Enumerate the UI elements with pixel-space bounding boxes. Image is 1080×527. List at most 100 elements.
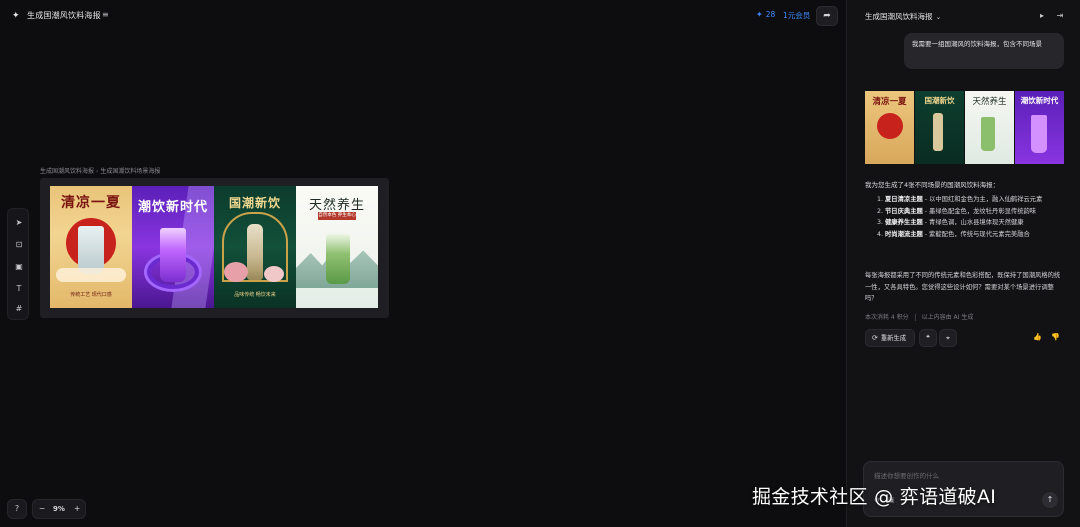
thumbnail-title: 国潮新饮 (924, 96, 955, 105)
regenerate-label: 重新生成 (880, 335, 907, 342)
credit-icon: ✦ (756, 10, 763, 19)
zoom-out-button[interactable]: − (39, 504, 45, 513)
credits-counter[interactable]: ✦ 28 (756, 10, 775, 19)
help-button[interactable]: ? (7, 499, 27, 519)
thumbnail-art-shape (1031, 115, 1047, 153)
assistant-reply-summary: 每张海报都采用了不同的传统元素和色彩搭配，既保持了国潮风格的统一性，又各具特色。… (865, 272, 1061, 302)
credits-value: 28 (765, 10, 776, 19)
share-button[interactable]: ➦ (816, 6, 838, 26)
thumbs-down-icon[interactable]: 👎 (1051, 333, 1060, 341)
refresh-icon: ⟳ (872, 334, 878, 342)
list-item-heading: 节日庆典主题 (885, 207, 923, 215)
breadcrumb: 生成国潮风饮料海报 › 生成国潮饮料场景海报 (40, 166, 160, 175)
chat-input[interactable] (874, 470, 1054, 482)
text-tool-icon[interactable]: T (13, 283, 25, 295)
chat-title[interactable]: 生成国潮风饮料海报 ⌄ (865, 11, 941, 22)
breadcrumb-separator: › (96, 168, 99, 175)
generated-thumbnails: 清凉一夏 国潮新饮 天然养生 潮饮新时代 (865, 91, 1064, 164)
poster-subtitle: 传统工艺 现代口感 (70, 292, 112, 298)
quote-icon: ❝ (926, 334, 930, 342)
send-button[interactable]: ↑ (1042, 492, 1058, 508)
canvas-area[interactable]: ✦ 生成国潮风饮料海报 ≡ ✦ 28 1元会员 ➦ 生成国潮风饮料海报 › 生成国潮… (0, 0, 846, 527)
regenerate-button[interactable]: ⟳ 重新生成 (865, 329, 915, 347)
quote-button[interactable]: ❝ (919, 329, 937, 347)
drink-cup-shape (78, 226, 104, 274)
list-item-heading: 夏日清凉主题 (885, 196, 923, 203)
thumbnail-title: 天然养生 (972, 97, 1007, 107)
thumbnail-art-shape (933, 113, 943, 151)
thumbnail-art-shape (981, 117, 995, 151)
ai-disclaimer-text: 以上内容由 AI 生成 (921, 314, 974, 321)
thumbnail-natural-health[interactable]: 天然养生 (965, 91, 1014, 164)
breadcrumb-item-project[interactable]: 生成国潮风饮料海报 (40, 168, 94, 175)
drink-bottle-shape (247, 224, 263, 280)
image-edit-tool-icon[interactable]: ▣ (13, 261, 25, 273)
top-bar: ✦ 生成国潮风饮料海报 ≡ ✦ 28 1元会员 ➦ (0, 0, 846, 32)
collapse-panel-icon[interactable]: ⇥ (1055, 11, 1065, 21)
poster-group-frame[interactable]: 清凉一夏 传统工艺 现代口感 潮饮新时代 国潮新饮 品味传统 畅饮未来 天然养生… (40, 178, 389, 318)
expand-panel-icon[interactable]: ▸ (1037, 11, 1047, 21)
list-item-text: - 以中国红和金色为主，融入仙鹤祥云元素 (922, 196, 1043, 203)
list-item: 1. 夏日清凉主题 - 以中国红和金色为主，融入仙鹤祥云元素 (877, 194, 1067, 206)
list-item-number: 3. (877, 219, 884, 226)
poster-subtitle: 品味传统 畅饮未来 (234, 292, 276, 298)
poster-summer-cool[interactable]: 清凉一夏 传统工艺 现代口感 (50, 186, 132, 308)
poster-title: 清凉一夏 (61, 195, 121, 211)
app-logo-icon[interactable]: ✦ (12, 11, 22, 21)
poster-tagline: 自然本色 养生本心 (318, 212, 356, 220)
zoom-level: 9% (53, 505, 65, 513)
thumbnail-title: 清凉一夏 (872, 97, 907, 107)
breadcrumb-item-current[interactable]: 生成国潮饮料场景海报 (100, 168, 160, 175)
grid-tool-icon[interactable]: # (13, 303, 25, 315)
share-icon: ➦ (823, 11, 831, 21)
select-tool-icon[interactable]: ➤ (13, 217, 25, 229)
poster-title: 潮饮新时代 (137, 200, 208, 215)
watermark: 掘金技术社区 @ 弈语道破AI (752, 486, 997, 508)
image-add-tool-icon[interactable]: ⊡ (13, 239, 25, 251)
list-item: 3. 健康养生主题 - 青绿色调，山水县境体现天然健康 (877, 217, 1067, 229)
help-icon: ? (14, 504, 20, 513)
list-item: 4. 时尚潮流主题 - 紫靛配色，传统与现代元素完美融合 (877, 229, 1067, 241)
list-item-number: 1. (877, 196, 884, 203)
user-message-bubble: 我需要一组国潮风的饮料海报，包含不同场景 (904, 33, 1064, 69)
assistant-reply-intro: 我为您生成了4张不同场景的国潮风饮料海报： (865, 181, 1000, 189)
project-title[interactable]: 生成国潮风饮料海报 (27, 10, 101, 21)
poster-guochao-new-drink[interactable]: 国潮新饮 品味传统 畅饮未来 (214, 186, 296, 308)
poster-title: 国潮新饮 (228, 196, 281, 210)
cloud-shape (56, 268, 126, 282)
list-item-number: 2. (877, 207, 884, 215)
poster-trendy-era[interactable]: 潮饮新时代 (132, 186, 214, 308)
list-item-heading: 时尚潮流主题 (885, 230, 923, 238)
list-item-heading: 健康养生主题 (885, 219, 923, 226)
drink-cup-shape (160, 228, 186, 282)
thumbnail-title: 潮饮新时代 (1020, 96, 1059, 105)
thumbs-up-icon[interactable]: 👍 (1033, 333, 1042, 341)
crosshair-icon: ⌖ (946, 334, 950, 342)
list-item: 2. 节日庆典主题 - 墨绿色配金色，龙纹牡丹彰显传统韵味 (877, 206, 1067, 218)
zoom-in-button[interactable]: + (74, 504, 80, 513)
meta-divider (914, 314, 916, 321)
credit-cost-text: 本次消耗 4 积分 (865, 314, 909, 321)
list-item-text: - 紫靛配色，传统与现代元素完美融合 (922, 230, 1030, 238)
list-item-text: - 青绿色调，山水县境体现天然健康 (922, 219, 1024, 226)
peony-shape (264, 266, 284, 282)
poster-natural-health[interactable]: 天然养生 自然本色 养生本心 (296, 186, 378, 308)
poster-title: 天然养生 (308, 198, 365, 213)
thumbnail-trendy-era[interactable]: 潮饮新时代 (1015, 91, 1064, 164)
zoom-control: − 9% + (32, 499, 86, 519)
send-arrow-icon: ↑ (1046, 495, 1054, 504)
target-button[interactable]: ⌖ (939, 329, 957, 347)
menu-icon[interactable]: ≡ (102, 10, 109, 20)
list-item-number: 4. (877, 230, 884, 238)
vip-membership-link[interactable]: 1元会员 (783, 10, 810, 21)
peony-shape (224, 262, 248, 282)
list-item-text: - 墨绿色配金色，龙纹牡丹彰显传统韵味 (922, 207, 1037, 215)
matcha-glass-shape (326, 234, 350, 284)
thumbnail-summer-cool[interactable]: 清凉一夏 (865, 91, 914, 164)
chevron-down-icon: ⌄ (935, 13, 942, 21)
reply-meta: 本次消耗 4 积分 以上内容由 AI 生成 (865, 312, 973, 321)
thumbnail-guochao-new-drink[interactable]: 国潮新饮 (915, 91, 964, 164)
left-toolbar: ➤ ⊡ ▣ T # (7, 208, 29, 320)
chat-title-text: 生成国潮风饮料海报 (865, 12, 933, 21)
chat-panel: 生成国潮风饮料海报 ⌄ ▸ ⇥ 我需要一组国潮风的饮料海报，包含不同场景 清凉一夏… (846, 0, 1080, 527)
